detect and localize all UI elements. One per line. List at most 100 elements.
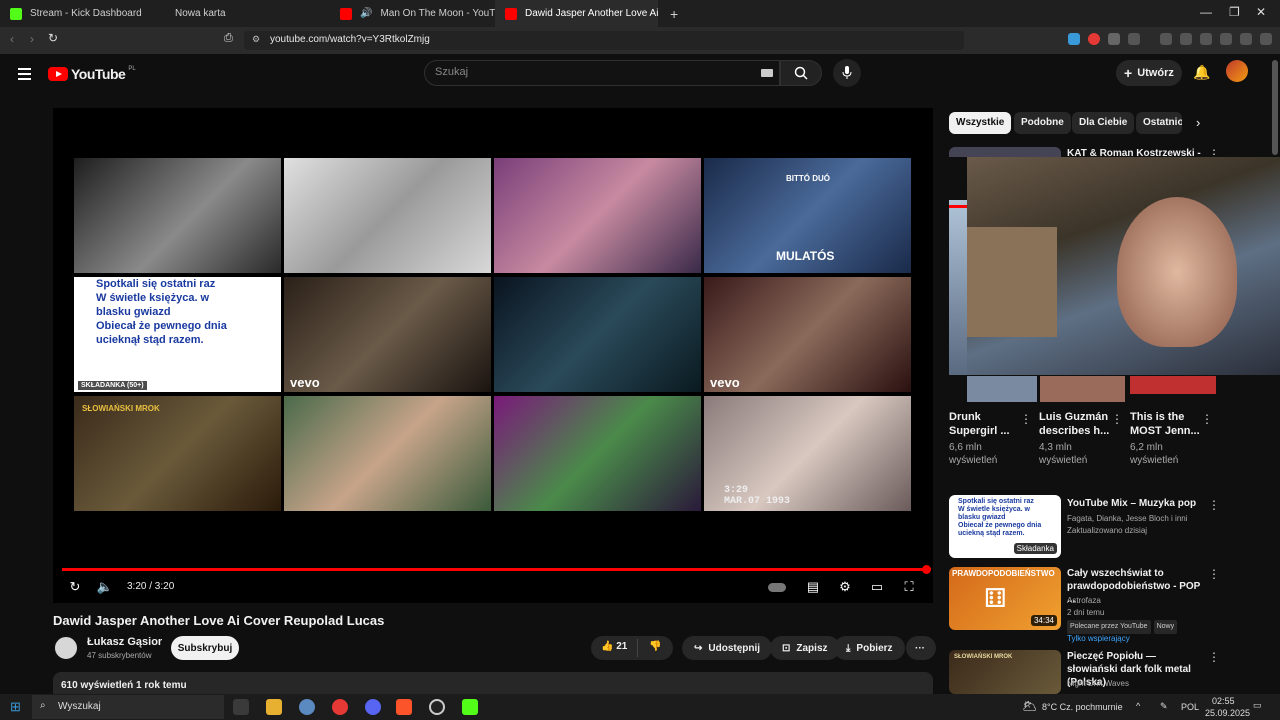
task-view-icon[interactable] [233,699,249,715]
chip-related[interactable]: Podobne [1014,112,1071,134]
weather-text[interactable]: 8°C Cz. pochmurnie [1042,702,1123,712]
tab-man-on-the-moon[interactable]: 🔊 Man On The Moon - YouTube [330,0,495,27]
extension-icon[interactable] [1088,33,1100,45]
pen-icon[interactable]: ✎ [1160,701,1168,712]
recommendation-thumbnail[interactable] [949,147,1061,157]
bookmark-icon[interactable]: ⎙ [224,32,233,45]
recommendation-thumbnail[interactable]: Spotkali się ostatni raz W świetle księż… [949,495,1061,558]
channel-avatar[interactable] [53,635,79,661]
minimize-icon[interactable]: — [1200,5,1212,19]
keyboard-icon[interactable] [761,69,773,77]
extension-icon[interactable] [1068,33,1080,45]
tab-kick[interactable]: Stream - Kick Dashboard [0,0,165,27]
short-title[interactable]: Drunk Supergirl ... [949,410,1021,438]
account-avatar[interactable] [1226,60,1248,82]
close-window-icon[interactable]: ✕ [1256,5,1266,19]
short-thumbnail[interactable] [967,376,1037,402]
restore-icon[interactable]: ❐ [1229,5,1240,19]
subtitles-icon[interactable]: ▤ [804,578,822,596]
recommendation-thumbnail[interactable]: PRAWDOPODOBIEŃSTWO ⚅ 34:34 [949,567,1061,630]
site-info-icon[interactable]: ⚙ [252,34,260,45]
video-player[interactable]: BITTÓ DUÓ MULATÓS Spotkali się ostatni raz… [53,108,933,603]
forward-icon[interactable]: › [30,32,34,46]
language-indicator[interactable]: POL [1181,702,1199,712]
replay-icon[interactable]: ↻ [66,578,84,596]
windows-start-icon[interactable]: ⊞ [10,699,21,715]
reload-icon[interactable]: ↻ [48,31,58,45]
search-input[interactable]: Szukaj [424,60,780,86]
sidebar-icon[interactable] [1180,33,1192,45]
back-icon[interactable]: ‹ [10,32,14,46]
recommendation-thumbnail[interactable]: SŁOWIAŃSKI MROK [949,650,1061,694]
tab-dawid-jasper[interactable]: Dawid Jasper Another Love Ai C ✕ [495,0,658,27]
endscreen-video-thumbnail[interactable]: 3:29 MAR.07 1993 [704,396,911,511]
more-vertical-icon[interactable]: ⋮ [1201,412,1213,426]
chevron-right-icon[interactable]: › [1196,115,1200,130]
chip-recent[interactable]: Ostatnio [1136,112,1182,134]
tray-chevron-icon[interactable]: ^ [1136,701,1140,711]
fullscreen-icon[interactable]: ⛶ [900,578,918,596]
more-vertical-icon[interactable]: ⋮ [1111,412,1123,426]
chip-all[interactable]: Wszystkie [949,112,1012,134]
youtube-logo[interactable]: YouTube PL [48,66,136,82]
volume-icon[interactable]: 🔈 [96,578,114,596]
search-button[interactable] [780,60,822,86]
leo-icon[interactable] [1220,33,1232,45]
endscreen-video-thumbnail[interactable]: Spotkali się ostatni raz W świetle księż… [74,277,281,392]
share-button[interactable]: ↪ Udostępnij [682,636,773,660]
more-vertical-icon[interactable]: ⋮ [1208,650,1220,664]
extension-icon[interactable] [1128,33,1140,45]
endscreen-video-thumbnail[interactable] [494,158,701,273]
download-button[interactable]: ⤓ Pobierz [834,636,905,660]
like-button[interactable]: 👍 21 [601,641,627,652]
chip-for-you[interactable]: Dla Ciebie [1072,112,1135,134]
discord-icon[interactable] [365,699,381,715]
wallet-icon[interactable] [1200,33,1212,45]
brave-icon[interactable] [396,699,412,715]
subscribe-button[interactable]: Subskrybuj [171,636,239,660]
short-title[interactable]: Luis Guzmán describes h... [1039,410,1111,438]
menu-icon[interactable] [1260,33,1272,45]
taskbar-search[interactable]: ⌕ Wyszukaj [32,695,224,719]
new-tab-button[interactable]: + [660,0,680,27]
progress-scrubber[interactable] [922,565,931,574]
short-title[interactable]: This is the MOST Jenn... [1130,410,1202,438]
file-explorer-icon[interactable] [266,699,282,715]
voice-search-button[interactable] [833,59,861,87]
endscreen-video-thumbnail[interactable]: vevo [704,277,911,392]
media-icon[interactable] [1160,33,1172,45]
create-button[interactable]: + Utwórz [1116,60,1182,86]
opera-icon[interactable] [332,699,348,715]
recommendation-title[interactable]: YouTube Mix – Muzyka pop [1067,497,1201,510]
tab-new[interactable]: Nowa karta [165,0,330,27]
hamburger-menu-icon[interactable] [18,65,31,83]
progress-bar[interactable] [62,568,926,571]
short-thumbnail[interactable] [1040,376,1125,402]
more-actions-button[interactable]: ··· [906,636,936,660]
endscreen-video-thumbnail[interactable]: BITTÓ DUÓ MULATÓS [704,158,911,273]
more-vertical-icon[interactable]: ⋮ [1020,412,1032,426]
more-vertical-icon[interactable]: ⋮ [1208,498,1220,512]
page-scrollbar[interactable] [1272,60,1278,155]
obs-icon[interactable] [429,699,445,715]
vpn-icon[interactable] [1240,33,1252,45]
endscreen-video-thumbnail[interactable] [74,158,281,273]
kick-icon[interactable] [462,699,478,715]
autoplay-toggle-icon[interactable] [768,578,786,596]
extensions-puzzle-icon[interactable] [1108,33,1120,45]
notifications-bell-icon[interactable]: 🔔 [1193,64,1210,81]
notification-center-icon[interactable]: ▭ [1253,700,1262,711]
clock-date[interactable]: 25.09.2025 [1205,708,1250,718]
settings-gear-icon[interactable]: ⚙ [836,578,854,596]
short-thumbnail[interactable] [949,200,967,375]
endscreen-video-thumbnail[interactable] [494,277,701,392]
endscreen-video-thumbnail[interactable]: vevo [284,277,491,392]
clock-time[interactable]: 02:55 [1212,696,1235,706]
theater-mode-icon[interactable]: ▭ [868,578,886,596]
endscreen-video-thumbnail[interactable] [284,158,491,273]
endscreen-video-thumbnail[interactable] [284,396,491,511]
endscreen-video-thumbnail[interactable]: SŁOWIAŃSKI MROK [74,396,281,511]
short-thumbnail[interactable] [1130,376,1216,394]
channel-name[interactable]: Łukasz Gąsior [87,636,162,648]
save-button[interactable]: ⊡ Zapisz [770,636,840,660]
